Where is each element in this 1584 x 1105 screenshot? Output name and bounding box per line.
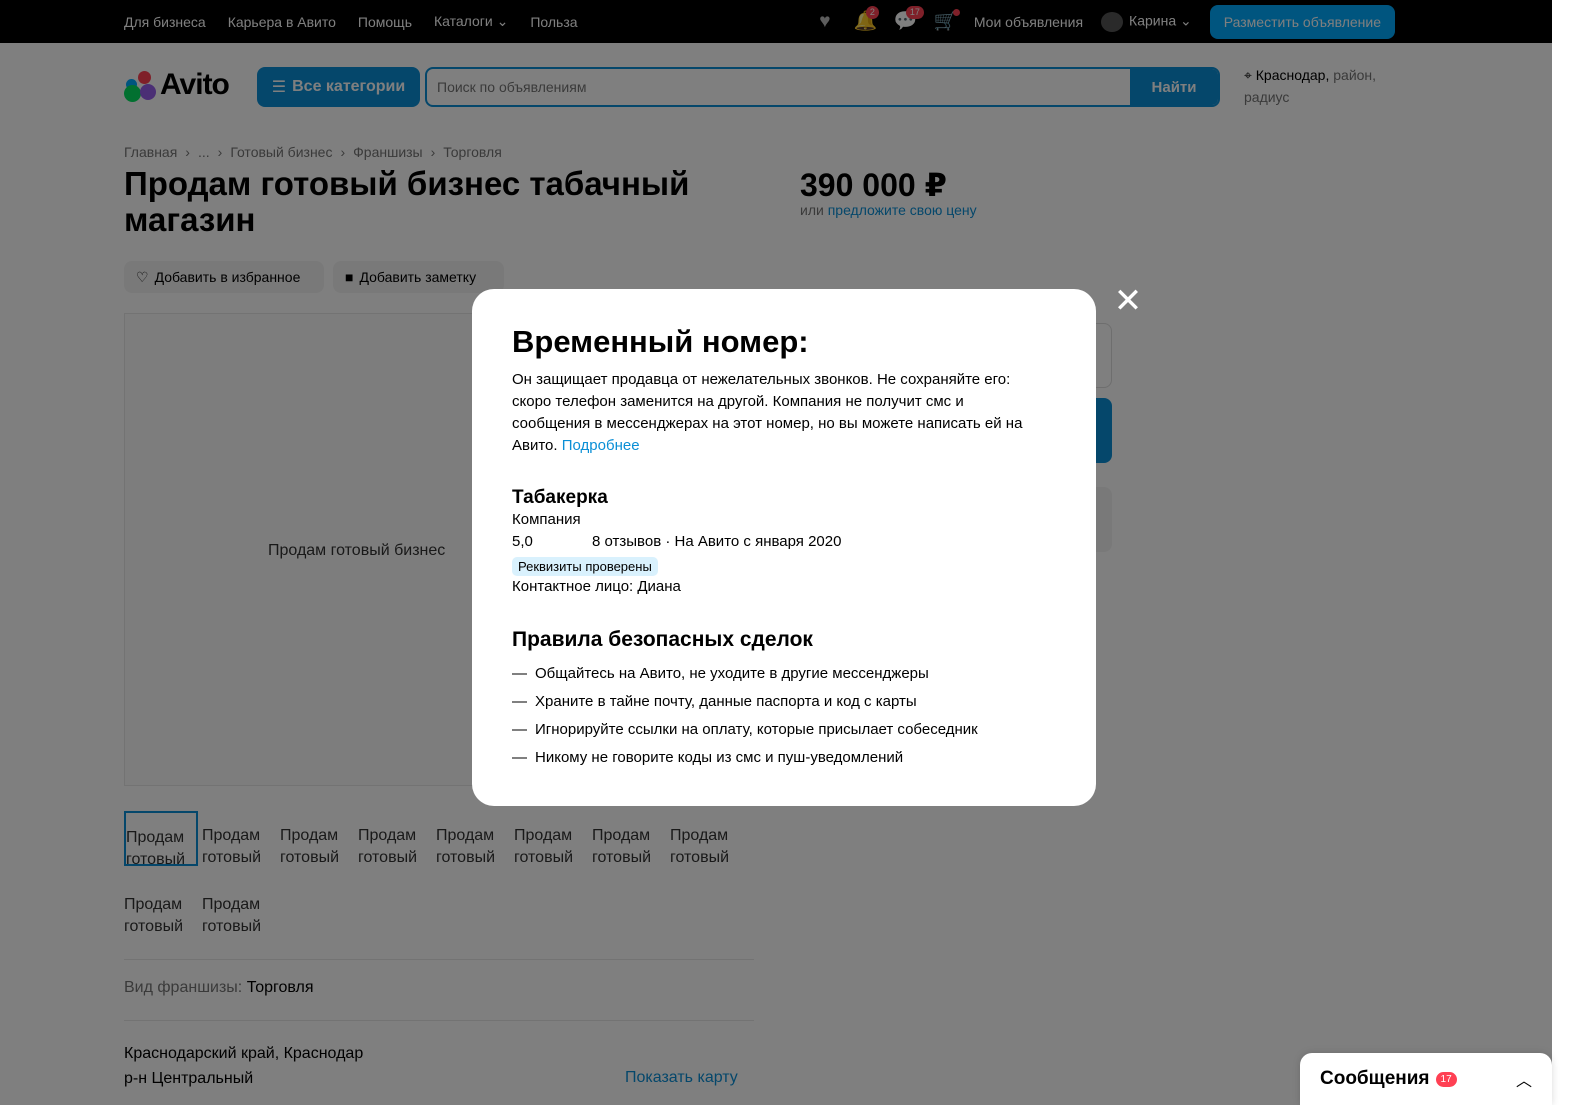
- list-item: — Игнорируйте ссылки на оплату, которые п…: [512, 716, 1056, 744]
- close-icon[interactable]: ✕: [1111, 284, 1145, 318]
- rule-dash: —: [512, 749, 527, 766]
- messages-dock-label: Сообщения: [1320, 1068, 1430, 1089]
- list-item: — Общайтесь на Авито, не уходите в другие…: [512, 660, 1056, 688]
- contact-person: Контактное лицо: Диана: [512, 578, 681, 595]
- rule-dash: —: [512, 721, 527, 738]
- seller-rating: 5,0 8 отзывов · На Авито с января 2020: [512, 531, 1056, 553]
- page-scrollbar[interactable]: [1552, 0, 1584, 1105]
- chevron-up-icon[interactable]: ︿: [1516, 1067, 1532, 1091]
- messages-dock[interactable]: Сообщения 17 ︿: [1300, 1053, 1552, 1105]
- list-item: — Никому не говорите коды из смс и пуш-ув…: [512, 744, 1056, 772]
- rating-value: 5,0: [512, 533, 533, 550]
- rule-text: Храните в тайне почту, данные паспорта и…: [535, 693, 917, 710]
- verified-badge: Реквизиты проверены: [512, 557, 658, 576]
- modal-title: Временный номер:: [512, 324, 809, 359]
- seller-type: Компания: [512, 511, 581, 528]
- seller-name[interactable]: Табакерка: [512, 487, 1056, 509]
- safety-rules-list: — Общайтесь на Авито, не уходите в другие…: [512, 660, 1056, 772]
- list-item: — Храните в тайне почту, данные паспорта …: [512, 688, 1056, 716]
- rule-text: Игнорируйте ссылки на оплату, которые пр…: [535, 721, 978, 738]
- safety-rules-title: Правила безопасных сделок: [512, 628, 813, 651]
- rule-text: Общайтесь на Авито, не уходите в другие …: [535, 665, 929, 682]
- messages-dock-badge: 17: [1435, 1071, 1457, 1087]
- modal-description: Он защищает продавца от нежелательных зв…: [512, 369, 1032, 457]
- rule-text: Никому не говорите коды из смс и пуш-уве…: [535, 749, 904, 766]
- rule-dash: —: [512, 693, 527, 710]
- more-info-link[interactable]: Подробнее: [562, 437, 640, 454]
- reviews-and-since[interactable]: 8 отзывов · На Авито с января 2020: [592, 531, 841, 553]
- temporary-number-modal: Временный номер: Он защищает продавца от…: [472, 289, 1096, 806]
- rule-dash: —: [512, 665, 527, 682]
